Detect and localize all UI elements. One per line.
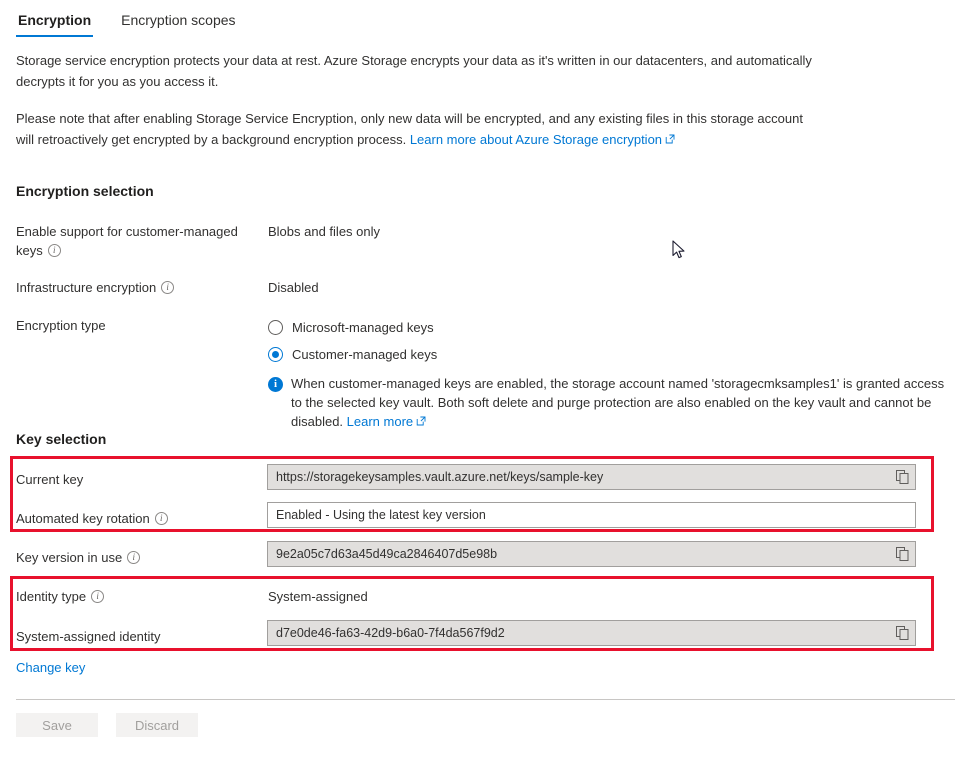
info-bubble-icon [268, 377, 283, 392]
tab-bar: Encryption Encryption scopes [16, 12, 238, 37]
radio-microsoft-managed-keys-label: Microsoft-managed keys [292, 318, 434, 337]
copy-current-key-icon[interactable] [889, 465, 915, 489]
intro-paragraph-2: Please note that after enabling Storage … [16, 108, 816, 150]
identity-type-value: System-assigned [268, 585, 956, 606]
row-infrastructure-encryption: Infrastructure encryption Disabled [16, 276, 956, 297]
identity-type-label: Identity type [16, 585, 268, 606]
key-version-in-use-label: Key version in use [16, 546, 268, 567]
cmk-support-label: Enable support for customer-managed keys [16, 220, 268, 260]
learn-more-storage-encryption-link[interactable]: Learn more about Azure Storage encryptio… [410, 132, 675, 147]
automated-key-rotation-label-text: Automated key rotation [16, 511, 150, 526]
current-key-label: Current key [16, 468, 268, 489]
infrastructure-encryption-label: Infrastructure encryption [16, 276, 268, 297]
key-version-in-use-value: 9e2a05c7d63a45d49ca2846407d5e98b [268, 547, 889, 561]
cmk-support-info-icon[interactable] [48, 244, 61, 257]
encryption-type-options: Microsoft-managed keys Customer-managed … [268, 314, 958, 431]
infrastructure-encryption-value: Disabled [268, 276, 956, 297]
intro-paragraph-1: Storage service encryption protects your… [16, 50, 816, 92]
radio-customer-managed-keys[interactable]: Customer-managed keys [268, 343, 958, 366]
footer-actions: Save Discard [16, 713, 198, 737]
radio-microsoft-managed-keys-indicator[interactable] [268, 320, 283, 335]
infrastructure-encryption-label-text: Infrastructure encryption [16, 280, 156, 295]
row-cmk-support: Enable support for customer-managed keys… [16, 220, 956, 260]
key-version-in-use-info-icon[interactable] [127, 551, 140, 564]
identity-type-label-text: Identity type [16, 589, 86, 604]
learn-more-storage-encryption-label: Learn more about Azure Storage encryptio… [410, 132, 662, 147]
infrastructure-encryption-info-icon[interactable] [161, 281, 174, 294]
identity-type-info-icon[interactable] [91, 590, 104, 603]
key-version-in-use-field[interactable]: 9e2a05c7d63a45d49ca2846407d5e98b [267, 541, 916, 567]
tab-encryption-scopes[interactable]: Encryption scopes [119, 12, 237, 37]
cmk-support-value: Blobs and files only [268, 220, 956, 241]
current-key-value: https://storagekeysamples.vault.azure.ne… [268, 470, 889, 484]
automated-key-rotation-info-icon[interactable] [155, 512, 168, 525]
copy-key-version-icon[interactable] [889, 542, 915, 566]
key-version-in-use-label-text: Key version in use [16, 550, 122, 565]
automated-key-rotation-label: Automated key rotation [16, 507, 268, 528]
encryption-type-label: Encryption type [16, 314, 268, 335]
current-key-field[interactable]: https://storagekeysamples.vault.azure.ne… [267, 464, 916, 490]
tab-encryption-scopes-label: Encryption scopes [121, 12, 235, 28]
change-key-link[interactable]: Change key [16, 660, 85, 675]
row-encryption-type: Encryption type Microsoft-managed keys C… [16, 314, 956, 431]
encryption-selection-heading: Encryption selection [16, 183, 154, 199]
tab-encryption[interactable]: Encryption [16, 12, 93, 37]
save-button[interactable]: Save [16, 713, 98, 737]
cmk-info-callout: When customer-managed keys are enabled, … [268, 374, 958, 431]
external-link-icon [665, 134, 675, 144]
copy-system-assigned-identity-icon[interactable] [889, 621, 915, 645]
row-identity-type: Identity type System-assigned [16, 585, 956, 606]
footer-divider [16, 699, 955, 700]
system-assigned-identity-value: d7e0de46-fa63-42d9-b6a0-7f4da567f9d2 [268, 626, 889, 640]
system-assigned-identity-field[interactable]: d7e0de46-fa63-42d9-b6a0-7f4da567f9d2 [267, 620, 916, 646]
key-selection-heading: Key selection [16, 431, 106, 447]
discard-button[interactable]: Discard [116, 713, 198, 737]
radio-customer-managed-keys-label: Customer-managed keys [292, 345, 437, 364]
cmk-learn-more-label: Learn more [347, 414, 413, 429]
tab-encryption-label: Encryption [18, 12, 91, 28]
cmk-info-callout-text: When customer-managed keys are enabled, … [291, 374, 958, 431]
automated-key-rotation-field[interactable]: Enabled - Using the latest key version [267, 502, 916, 528]
cmk-learn-more-link[interactable]: Learn more [347, 414, 426, 429]
radio-customer-managed-keys-indicator[interactable] [268, 347, 283, 362]
external-link-icon [416, 416, 426, 426]
system-assigned-identity-label: System-assigned identity [16, 625, 268, 646]
radio-microsoft-managed-keys[interactable]: Microsoft-managed keys [268, 316, 958, 339]
automated-key-rotation-value: Enabled - Using the latest key version [268, 508, 915, 522]
